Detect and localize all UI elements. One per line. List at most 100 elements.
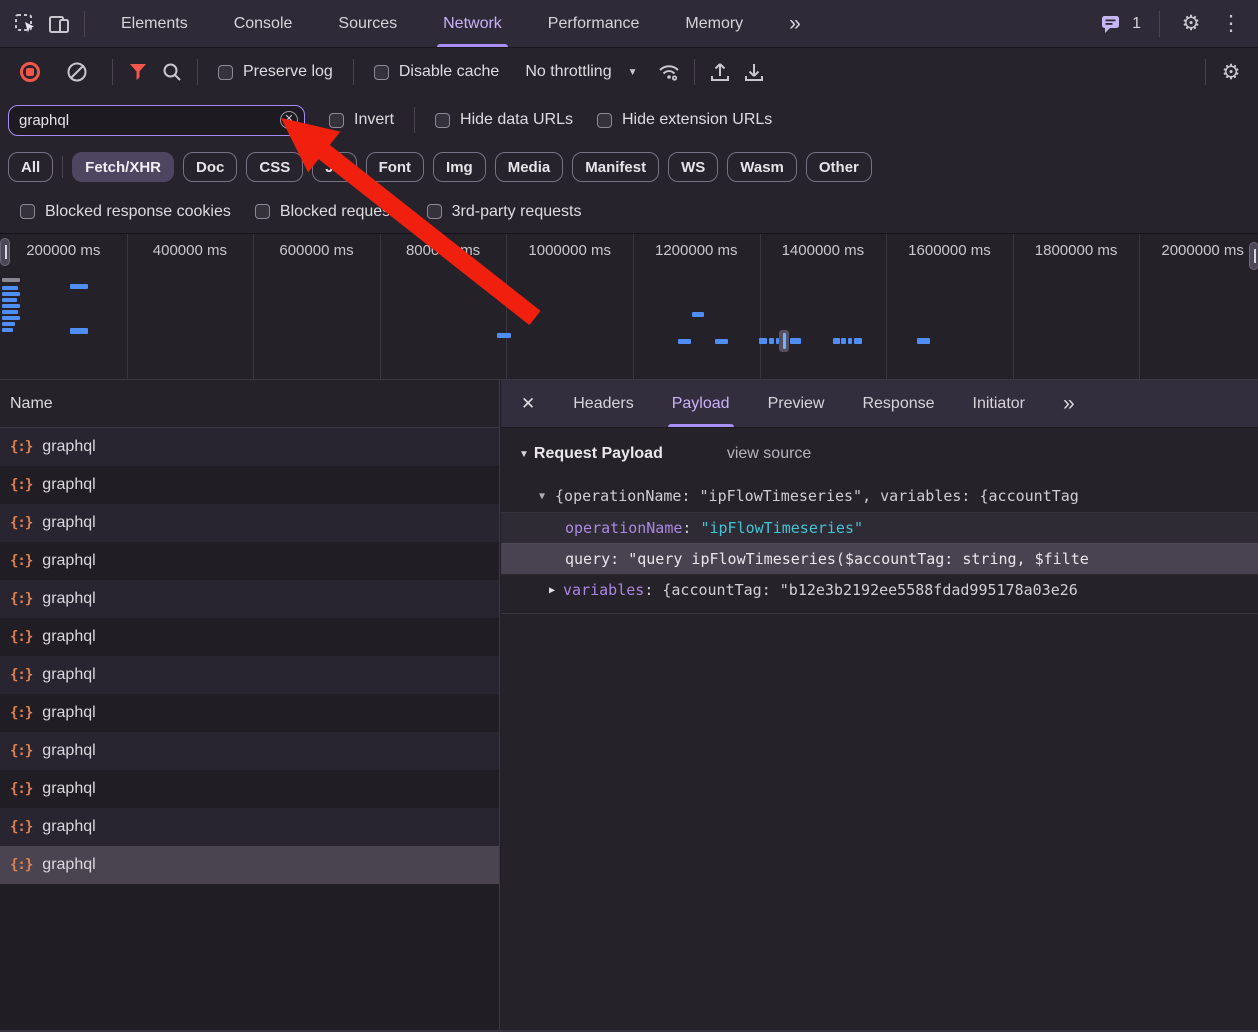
tab-performance[interactable]: Performance [548,0,640,47]
tab-memory[interactable]: Memory [685,0,743,47]
throttling-dropdown[interactable]: No throttling ▼ [525,63,637,81]
export-har-icon[interactable] [737,55,771,89]
tab-sources[interactable]: Sources [338,0,397,47]
disable-cache-checkbox[interactable]: Disable cache [373,63,499,81]
network-settings-gear-icon[interactable]: ⚙ [1214,55,1248,89]
tab-elements[interactable]: Elements [121,0,188,47]
view-source-link[interactable]: view source [727,445,811,463]
caret-down-icon: ▼ [539,490,546,502]
clear-network-log-icon[interactable] [60,55,94,89]
import-har-icon[interactable] [703,55,737,89]
request-row[interactable]: {:} graphql [0,428,499,466]
filter-chip-manifest[interactable]: Manifest [572,152,660,182]
request-row[interactable]: {:} graphql [0,808,499,846]
timeline-gridline [759,234,761,379]
blocked-cookies-label: Blocked response cookies [45,202,231,220]
timeline-tick-label: 200000 ms [26,242,101,259]
hide-data-urls-checkbox[interactable]: Hide data URLs [435,111,573,129]
inspect-element-icon[interactable] [8,7,42,41]
checkbox[interactable] [596,112,612,128]
request-row[interactable]: {:} graphql [0,504,499,542]
tab-network[interactable]: Network [437,0,508,47]
checkbox[interactable] [373,64,389,80]
chevron-down-icon: ▼ [627,66,638,78]
tab-initiator[interactable]: Initiator [973,380,1025,427]
clear-filter-icon[interactable]: ✕ [280,111,298,129]
issues-count[interactable]: 1 [1132,15,1141,33]
preserve-log-label: Preserve log [243,63,333,80]
checkbox[interactable] [329,112,344,128]
blocked-requests-checkbox[interactable]: Blocked requests [254,203,403,221]
json-request-icon: {:} [10,477,33,493]
request-row[interactable]: {:} graphql [0,656,499,694]
json-request-icon: {:} [10,553,33,569]
divider [693,59,695,85]
detail-tabs: ✕ Headers Payload Preview Response Initi… [501,380,1258,428]
filter-chip-ws[interactable]: WS [668,152,719,182]
filter-chip-css[interactable]: CSS [246,152,304,182]
settings-gear-icon[interactable]: ⚙ [1174,7,1208,41]
checkbox[interactable] [435,112,451,128]
filter-chip-js[interactable]: JS [312,152,357,182]
request-row[interactable]: {:} graphql [0,618,499,656]
tab-preview[interactable]: Preview [768,380,825,427]
network-conditions-icon[interactable] [652,55,686,89]
timeline-tick-label: 2000000 ms [1161,242,1244,259]
request-name: graphql [42,476,96,493]
request-payload-section[interactable]: ▼ Request Payload view source [501,428,1258,480]
payload-row-query[interactable]: query: "query ipFlowTimeseries($accountT… [501,543,1258,574]
more-detail-tabs-icon[interactable]: » [1063,380,1075,427]
checkbox[interactable] [20,204,35,219]
checkbox[interactable] [426,204,442,219]
checkbox[interactable] [254,204,270,219]
request-row[interactable]: {:} graphql [0,846,499,884]
request-row[interactable]: {:} graphql [0,732,499,770]
waterfall-selection-marker [783,333,786,349]
record-network-log-icon[interactable] [20,62,40,82]
timeline-gridline [126,234,128,379]
filter-input[interactable]: graphql ✕ [8,104,305,136]
close-detail-icon[interactable]: ✕ [521,380,535,427]
device-toolbar-icon[interactable] [42,7,76,41]
devtools-tabbar: Elements Console Sources Network Perform… [0,0,1258,48]
overview-right-handle[interactable] [1249,242,1258,270]
filter-chip-other[interactable]: Other [805,152,872,182]
hide-extension-urls-checkbox[interactable]: Hide extension URLs [596,111,772,129]
blocked-cookies-checkbox[interactable]: Blocked response cookies [20,203,231,221]
filter-chip-img[interactable]: Img [433,152,486,182]
payload-preview-row[interactable]: ▼ {operationName: "ipFlowTimeseries", va… [501,480,1258,512]
preserve-log-checkbox[interactable]: Preserve log [218,63,333,81]
issues-message-icon[interactable] [1094,7,1128,41]
search-icon[interactable] [155,55,189,89]
tab-console[interactable]: Console [234,0,293,47]
request-row[interactable]: {:} graphql [0,694,499,732]
tab-response[interactable]: Response [862,380,934,427]
tab-headers[interactable]: Headers [573,380,633,427]
third-party-checkbox[interactable]: 3rd-party requests [426,203,581,221]
payload-row-variables[interactable]: ▶ variables: {accountTag: "b12e3b2192ee5… [501,574,1258,605]
checkbox[interactable] [218,64,233,80]
waterfall-bar [854,338,862,344]
overview-left-handle[interactable] [0,238,10,266]
request-row[interactable]: {:} graphql [0,542,499,580]
waterfall-bar [70,328,88,334]
payload-row-operationName[interactable]: operationName: "ipFlowTimeseries" [501,512,1258,543]
invert-checkbox[interactable]: Invert [329,111,394,129]
name-column-header[interactable]: Name [0,380,499,428]
kebab-menu-icon[interactable]: ⋮ [1214,7,1248,41]
request-row[interactable]: {:} graphql [0,466,499,504]
more-tabs-icon[interactable]: » [789,0,801,47]
timeline-tick-label: 1800000 ms [1034,242,1118,259]
request-row[interactable]: {:} graphql [0,770,499,808]
tabbar-right-controls: 1 ⚙ ⋮ [1094,7,1258,41]
filter-chip-font[interactable]: Font [365,152,425,182]
request-row[interactable]: {:} graphql [0,580,499,618]
filter-chip-doc[interactable]: Doc [183,152,238,182]
filter-chip-all[interactable]: All [8,152,54,182]
filter-funnel-icon[interactable] [121,55,155,89]
filter-chip-fetch-xhr[interactable]: Fetch/XHR [72,152,175,182]
network-overview-timeline[interactable]: 200000 ms 400000 ms 600000 ms 800000 ms 1000… [0,234,1258,380]
filter-chip-wasm[interactable]: Wasm [727,152,797,182]
tab-payload[interactable]: Payload [667,380,734,427]
filter-chip-media[interactable]: Media [494,152,564,182]
